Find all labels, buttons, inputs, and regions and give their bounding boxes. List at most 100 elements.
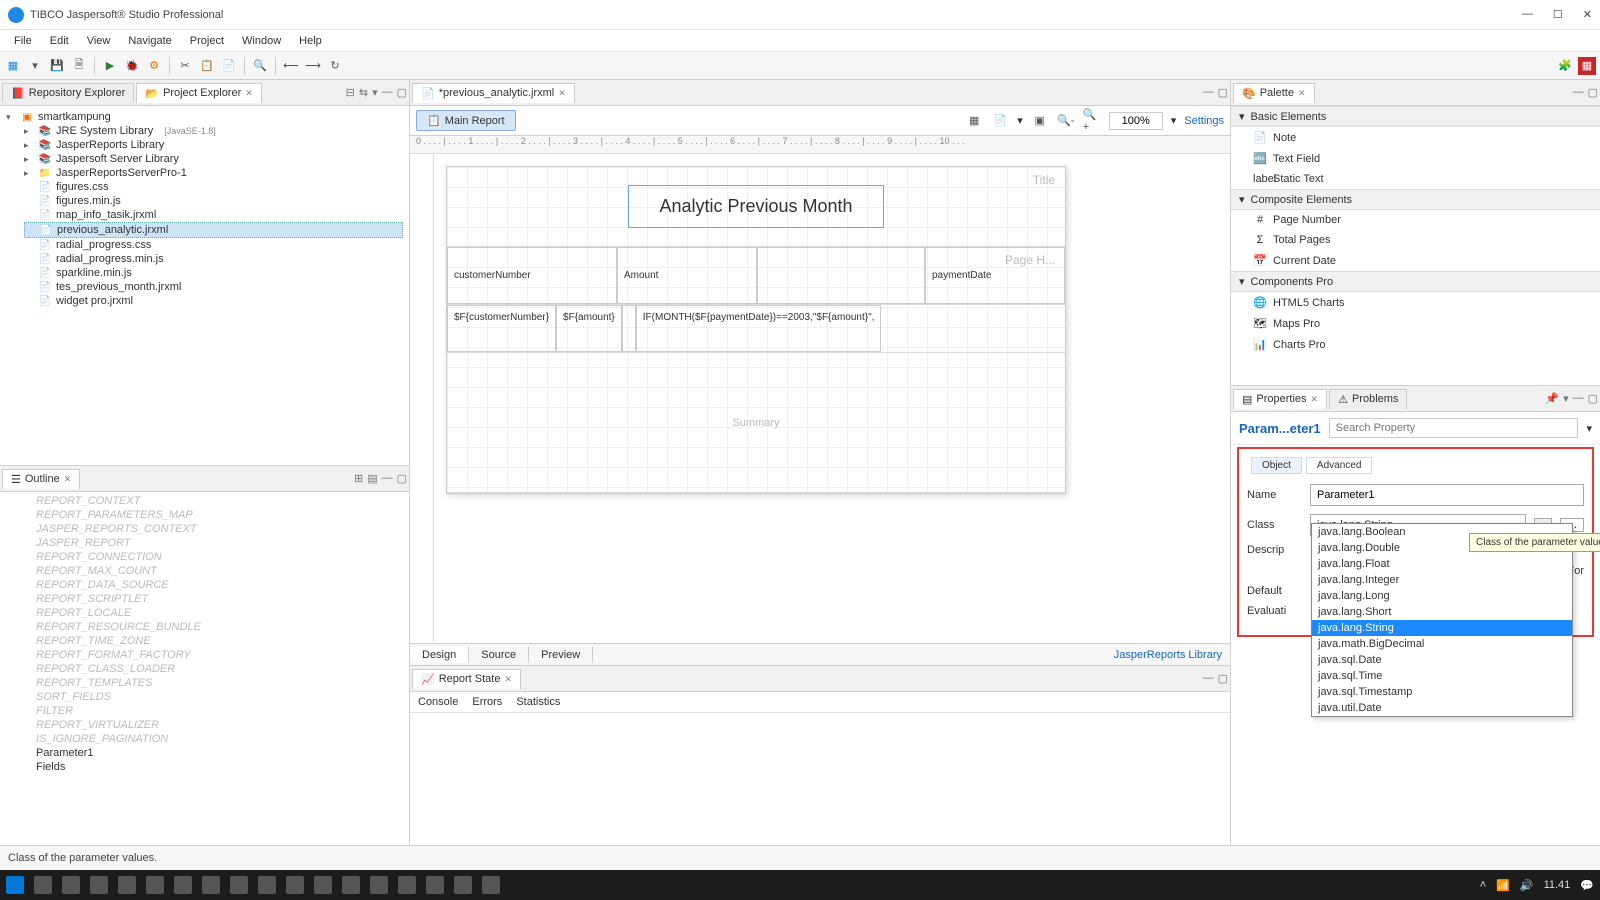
tree-file-selected[interactable]: previous_analytic.jrxml: [57, 224, 168, 236]
zoom-in-icon[interactable]: 🔍+: [1083, 112, 1101, 130]
maximize-icon[interactable]: ▢: [1218, 86, 1228, 99]
class-option[interactable]: java.util.Date: [1312, 700, 1572, 716]
minimize-icon[interactable]: —: [382, 86, 393, 99]
outline-item[interactable]: JASPER_REPORTS_CONTEXT: [6, 522, 403, 536]
tab-preview[interactable]: Preview: [529, 647, 593, 663]
minimize-icon[interactable]: —: [1203, 86, 1214, 99]
taskbar-app-icon[interactable]: [62, 876, 80, 894]
collapse-all-icon[interactable]: ⊟: [346, 86, 355, 99]
maximize-icon[interactable]: ▢: [397, 472, 407, 485]
outline-item[interactable]: REPORT_CONNECTION: [6, 550, 403, 564]
pin-icon[interactable]: 📌: [1545, 392, 1559, 405]
tree-js-server[interactable]: Jaspersoft Server Library: [56, 153, 179, 165]
outline-item[interactable]: REPORT_TIME_ZONE: [6, 634, 403, 648]
maximize-icon[interactable]: ▢: [1218, 672, 1228, 685]
page-setup-icon[interactable]: 📄: [991, 112, 1009, 130]
class-option[interactable]: java.sql.Timestamp: [1312, 684, 1572, 700]
rs-tab-errors[interactable]: Errors: [472, 696, 502, 708]
tray-notifications-icon[interactable]: 💬: [1580, 879, 1594, 892]
palette-item[interactable]: 🌐HTML5 Charts: [1231, 292, 1600, 313]
tray-volume-icon[interactable]: 🔊: [1520, 879, 1534, 892]
menu-navigate[interactable]: Navigate: [120, 33, 179, 49]
dropdown-icon[interactable]: ▾: [26, 57, 44, 75]
palette-item[interactable]: 📊Charts Pro: [1231, 334, 1600, 355]
view-menu-icon[interactable]: ▾: [1563, 392, 1569, 405]
close-icon[interactable]: ✕: [504, 674, 512, 685]
outline-item[interactable]: SORT_FIELDS: [6, 690, 403, 704]
close-icon[interactable]: ✕: [64, 474, 72, 485]
class-option[interactable]: java.lang.Short: [1312, 604, 1572, 620]
outline-item[interactable]: REPORT_DATA_SOURCE: [6, 578, 403, 592]
tab-problems[interactable]: ⚠ Problems: [1329, 389, 1407, 409]
taskbar-app-icon[interactable]: [174, 876, 192, 894]
outline-item[interactable]: REPORT_CLASS_LOADER: [6, 662, 403, 676]
palette-item[interactable]: #Page Number: [1231, 210, 1600, 230]
tree-jr-lib[interactable]: JasperReports Library: [56, 139, 164, 151]
tray-wifi-icon[interactable]: 📶: [1496, 879, 1510, 892]
rs-tab-console[interactable]: Console: [418, 696, 458, 708]
palette-item[interactable]: 🔤Text Field: [1231, 148, 1600, 169]
copy-button[interactable]: 📋: [198, 57, 216, 75]
forward-button[interactable]: ⟶: [304, 57, 322, 75]
tree-file[interactable]: radial_progress.min.js: [56, 253, 164, 265]
view-menu-icon[interactable]: ▾: [372, 86, 378, 99]
outline-item[interactable]: REPORT_SCRIPTLET: [6, 592, 403, 606]
tab-project-explorer[interactable]: 📂 Project Explorer ✕: [136, 83, 262, 103]
taskbar-app-icon[interactable]: [482, 876, 500, 894]
minimize-button[interactable]: —: [1522, 8, 1533, 21]
rs-tab-statistics[interactable]: Statistics: [516, 696, 560, 708]
minimize-icon[interactable]: —: [1573, 392, 1584, 405]
build-button[interactable]: ⚙: [145, 57, 163, 75]
grid-icon[interactable]: ▦: [965, 112, 983, 130]
outline-item[interactable]: REPORT_PARAMETERS_MAP: [6, 508, 403, 522]
palette-item[interactable]: 🗺Maps Pro: [1231, 313, 1600, 334]
palette-section-composite[interactable]: ▾Composite Elements: [1231, 189, 1600, 210]
tree-file[interactable]: map_info_tasik.jrxml: [56, 209, 156, 221]
run-button[interactable]: ▶: [101, 57, 119, 75]
task-view-icon[interactable]: [34, 876, 52, 894]
menu-edit[interactable]: Edit: [42, 33, 77, 49]
outline-item[interactable]: REPORT_RESOURCE_BUNDLE: [6, 620, 403, 634]
class-option[interactable]: java.lang.Long: [1312, 588, 1572, 604]
taskbar-app-icon[interactable]: [398, 876, 416, 894]
taskbar-app-icon[interactable]: [230, 876, 248, 894]
zoom-input[interactable]: [1109, 112, 1163, 130]
tree-file[interactable]: figures.css: [56, 181, 109, 193]
palette-section-components[interactable]: ▾Components Pro: [1231, 271, 1600, 292]
outline-tree[interactable]: REPORT_CONTEXTREPORT_PARAMETERS_MAPJASPE…: [0, 492, 409, 845]
taskbar-app-icon[interactable]: [286, 876, 304, 894]
link-icon[interactable]: ⇆: [359, 86, 368, 99]
class-options-list[interactable]: java.lang.Booleanjava.lang.Doublejava.la…: [1311, 523, 1573, 717]
name-field[interactable]: [1310, 484, 1584, 506]
detail-cell-expression[interactable]: IF(MONTH($F{paymentDate})==2003,"$F{amou…: [636, 305, 882, 352]
outline-item[interactable]: IS_IGNORE_PAGINATION: [6, 732, 403, 746]
tree-file[interactable]: figures.min.js: [56, 195, 121, 207]
tab-palette[interactable]: 🎨 Palette ✕: [1233, 83, 1315, 103]
back-button[interactable]: ⟵: [282, 57, 300, 75]
taskbar-app-icon[interactable]: [426, 876, 444, 894]
close-icon[interactable]: ✕: [1298, 88, 1306, 99]
save-button[interactable]: 💾: [48, 57, 66, 75]
outline-item[interactable]: REPORT_VIRTUALIZER: [6, 718, 403, 732]
outline-item[interactable]: REPORT_MAX_COUNT: [6, 564, 403, 578]
maximize-icon[interactable]: ▢: [397, 86, 407, 99]
taskbar-app-icon[interactable]: [258, 876, 276, 894]
outline-item[interactable]: FILTER: [6, 704, 403, 718]
header-cell-customer[interactable]: customerNumber: [447, 247, 617, 304]
tab-repository-explorer[interactable]: 📕 Repository Explorer: [2, 83, 134, 103]
tab-properties[interactable]: ▤ Properties ✕: [1233, 389, 1327, 409]
dropdown-icon[interactable]: ▾: [1586, 422, 1592, 435]
perspective-report-icon[interactable]: ▦: [1578, 57, 1596, 75]
minimize-icon[interactable]: —: [1203, 672, 1214, 685]
tree-server-pro[interactable]: JasperReportsServerPro-1: [56, 167, 187, 179]
tab-design[interactable]: Design: [410, 647, 469, 663]
close-icon[interactable]: ✕: [558, 88, 566, 99]
palette-item[interactable]: ΣTotal Pages: [1231, 230, 1600, 250]
taskbar-app-icon[interactable]: [90, 876, 108, 894]
minimize-icon[interactable]: —: [382, 472, 393, 485]
start-button[interactable]: [6, 876, 24, 894]
report-title-text[interactable]: Analytic Previous Month: [628, 185, 883, 228]
taskbar-app-icon[interactable]: [146, 876, 164, 894]
palette-item[interactable]: 📅Current Date: [1231, 250, 1600, 271]
class-option[interactable]: java.lang.String: [1312, 620, 1572, 636]
